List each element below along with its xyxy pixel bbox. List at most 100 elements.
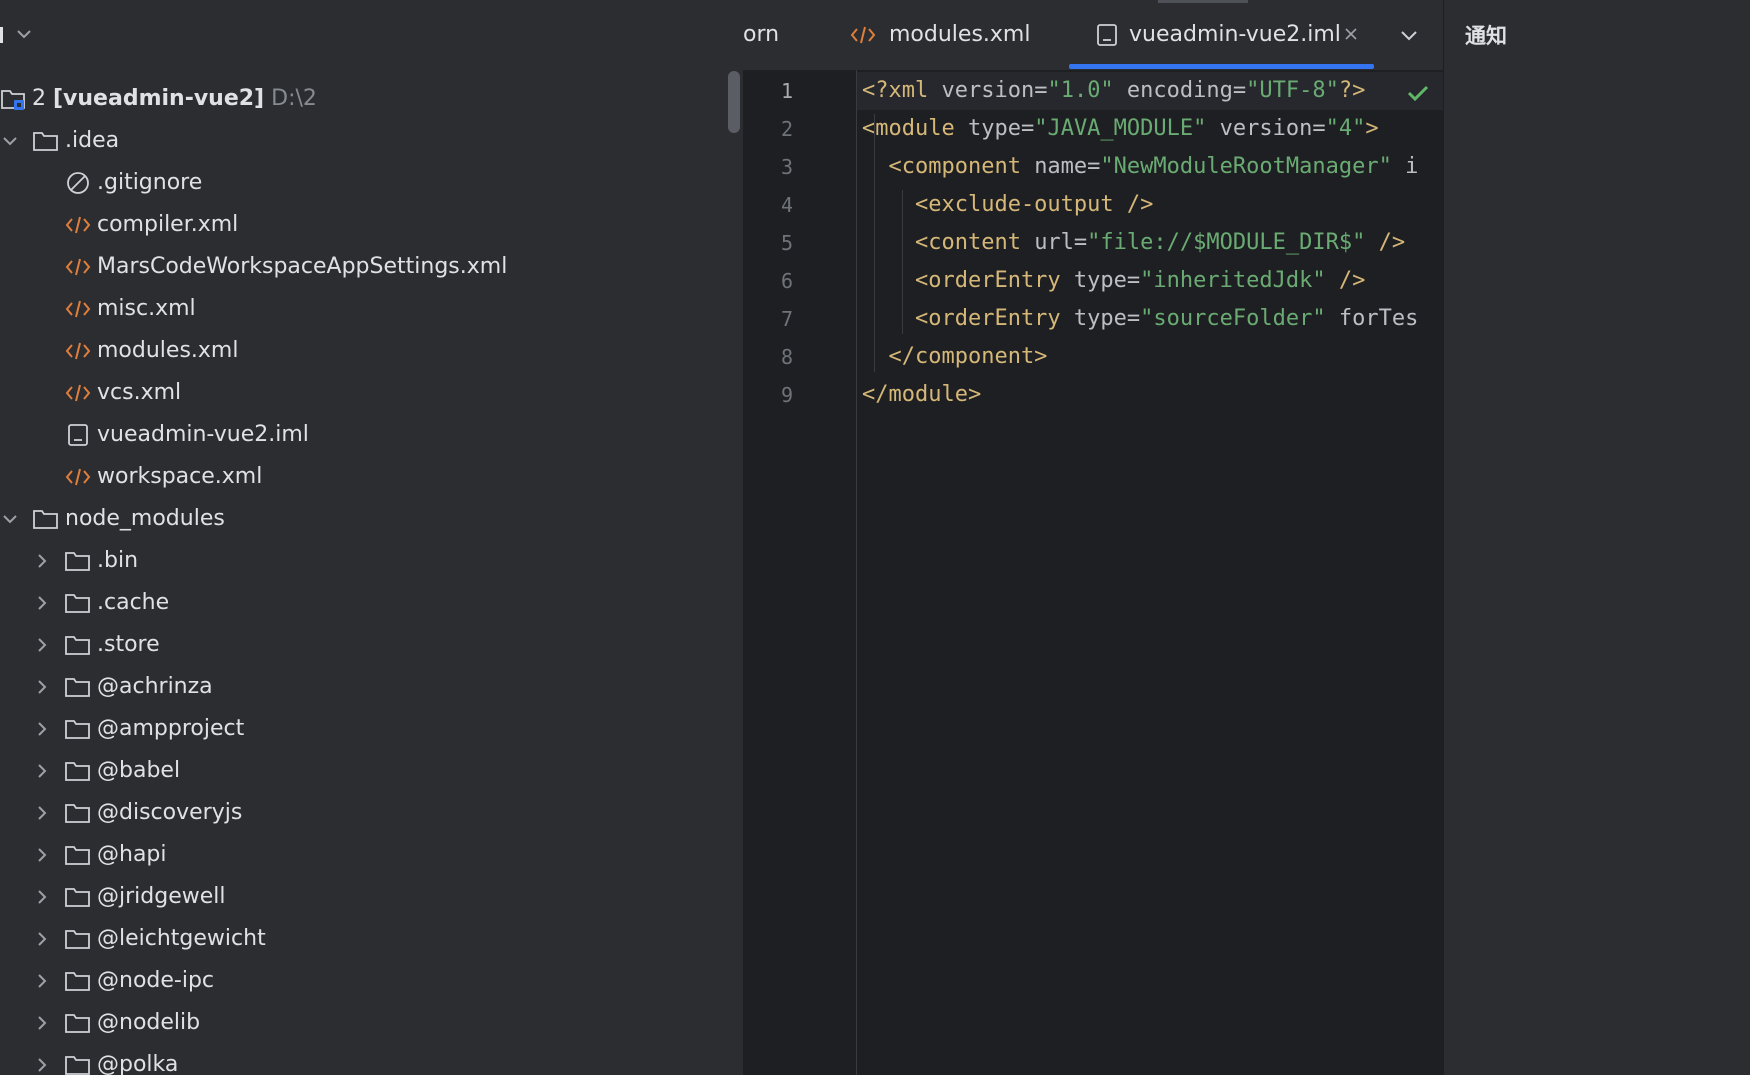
folder-icon [65, 888, 90, 907]
tree-folder-node[interactable]: .store [0, 624, 725, 666]
chevron-right-icon[interactable] [32, 677, 52, 697]
tree-folder-node[interactable]: .bin [0, 540, 725, 582]
check-icon[interactable] [1405, 80, 1431, 106]
chevron-right-icon[interactable] [32, 1013, 52, 1033]
tree-folder-node[interactable]: @nodelib [0, 1002, 725, 1044]
tree-folder-node[interactable]: @achrinza [0, 666, 725, 708]
tree-folder-node[interactable]: .idea [0, 120, 725, 162]
code-line: <exclude-output /> [862, 186, 1153, 224]
chevron-right-icon[interactable] [32, 845, 52, 865]
tree-node-label: node_modules [65, 506, 225, 531]
chevron-right-icon[interactable] [32, 551, 52, 571]
tree-file-node[interactable]: vcs.xml [0, 372, 725, 414]
code-line: <?xml version="1.0" encoding="UTF-8"?> [862, 72, 1365, 110]
tree-node-label: @hapi [97, 842, 167, 867]
xml-file-icon [65, 342, 91, 360]
chevron-right-icon[interactable] [32, 635, 52, 655]
chevron-down-icon[interactable] [14, 24, 34, 44]
project-tree-scrollbar[interactable] [725, 70, 743, 1075]
xml-file-icon [65, 468, 91, 486]
close-icon[interactable] [1343, 26, 1359, 42]
folder-icon [65, 1014, 90, 1033]
notifications-panel: 通知 [1443, 0, 1750, 1075]
tree-node-label: .idea [65, 128, 120, 153]
folder-icon [33, 132, 58, 151]
tree-folder-node[interactable]: @discoveryjs [0, 792, 725, 834]
chevron-down-icon[interactable] [1399, 25, 1419, 45]
code-token: type= [967, 116, 1035, 141]
module-folder-icon [1, 90, 25, 110]
chevron-right-icon[interactable] [32, 761, 52, 781]
code-line: <orderEntry type="inheritedJdk" /> [862, 262, 1365, 300]
line-number: 4 [780, 193, 793, 217]
chevron-right-icon[interactable] [32, 887, 52, 907]
folder-icon [65, 762, 90, 781]
tree-node-label: vcs.xml [97, 380, 182, 405]
tab-label: vueadmin-vue2.iml [1129, 22, 1341, 47]
tree-node-label: @node-ipc [97, 968, 215, 993]
code-token: "NewModuleRootManager" [1100, 154, 1392, 179]
code-token: /> [1325, 268, 1366, 293]
tree-folder-node[interactable]: @babel [0, 750, 725, 792]
folder-icon [65, 636, 90, 655]
tree-file-node[interactable]: compiler.xml [0, 204, 725, 246]
root-name: 2 [32, 86, 46, 111]
folder-icon [65, 804, 90, 823]
xml-file-icon [65, 216, 91, 234]
code-token: version= [1206, 116, 1326, 141]
chevron-right-icon[interactable] [32, 971, 52, 991]
tree-folder-node[interactable]: @hapi [0, 834, 725, 876]
tree-root-label: 2 [vueadmin-vue2] D:\2 [32, 78, 317, 120]
scrollbar-thumb[interactable] [728, 71, 740, 133]
code-token: ?> [1338, 78, 1366, 103]
folder-icon [65, 1056, 90, 1075]
tree-file-node[interactable]: MarsCodeWorkspaceAppSettings.xml [0, 246, 725, 288]
tab-label: modules.xml [889, 22, 1031, 47]
tab-orn[interactable]: orn [743, 0, 779, 70]
code-token: forTes [1325, 306, 1419, 331]
xml-file-icon [65, 258, 91, 276]
iml-file-icon [68, 424, 88, 446]
tree-folder-node[interactable]: @jridgewell [0, 876, 725, 918]
tree-file-node[interactable]: misc.xml [0, 288, 725, 330]
tree-node-label: @achrinza [97, 674, 213, 699]
indent-guide [902, 190, 903, 334]
tree-file-node[interactable]: vueadmin-vue2.iml [0, 414, 725, 456]
code-token: </module> [862, 382, 982, 407]
tree-node-label: @discoveryjs [97, 800, 243, 825]
chevron-down-icon[interactable] [0, 509, 20, 529]
project-tree: 2 [vueadmin-vue2] D:\2 .idea .gitignore co… [0, 78, 725, 1075]
editor-area: orn modules.xml vueadmin-vue2.iml 1 2 3 4 5 6… [743, 0, 1443, 1075]
tree-node-label: .gitignore [97, 170, 203, 195]
folder-icon [65, 930, 90, 949]
chevron-right-icon[interactable] [32, 1055, 52, 1075]
code-line: <orderEntry type="sourceFolder" forTes [862, 300, 1418, 338]
tree-file-node[interactable]: workspace.xml [0, 456, 725, 498]
tree-folder-node[interactable]: @ampproject [0, 708, 725, 750]
tree-file-node[interactable]: .gitignore [0, 162, 725, 204]
chevron-down-icon[interactable] [0, 131, 20, 151]
line-number: 8 [780, 345, 793, 369]
tree-folder-node[interactable]: .cache [0, 582, 725, 624]
chevron-right-icon[interactable] [32, 929, 52, 949]
tree-node-label: @babel [97, 758, 181, 783]
code-token: <orderEntry [862, 306, 1074, 331]
tree-root-node[interactable]: 2 [vueadmin-vue2] D:\2 [0, 78, 725, 120]
tree-folder-node[interactable]: @leichtgewicht [0, 918, 725, 960]
code-token: <?xml [862, 78, 942, 103]
tree-node-label: vueadmin-vue2.iml [97, 422, 309, 447]
folder-icon [65, 972, 90, 991]
code-token: <orderEntry [862, 268, 1074, 293]
tree-folder-node[interactable]: @polka [0, 1044, 725, 1075]
folder-icon [65, 594, 90, 613]
indent-guide [874, 114, 875, 372]
code-line: <module type="JAVA_MODULE" version="4"> [862, 110, 1379, 148]
chevron-right-icon[interactable] [32, 803, 52, 823]
chevron-right-icon[interactable] [32, 593, 52, 613]
chevron-right-icon[interactable] [32, 719, 52, 739]
tree-folder-node[interactable]: @node-ipc [0, 960, 725, 1002]
tree-file-node[interactable]: modules.xml [0, 330, 725, 372]
tree-folder-node[interactable]: node_modules [0, 498, 725, 540]
line-number: 6 [780, 269, 793, 293]
code-line: <component name="NewModuleRootManager" i [862, 148, 1418, 186]
